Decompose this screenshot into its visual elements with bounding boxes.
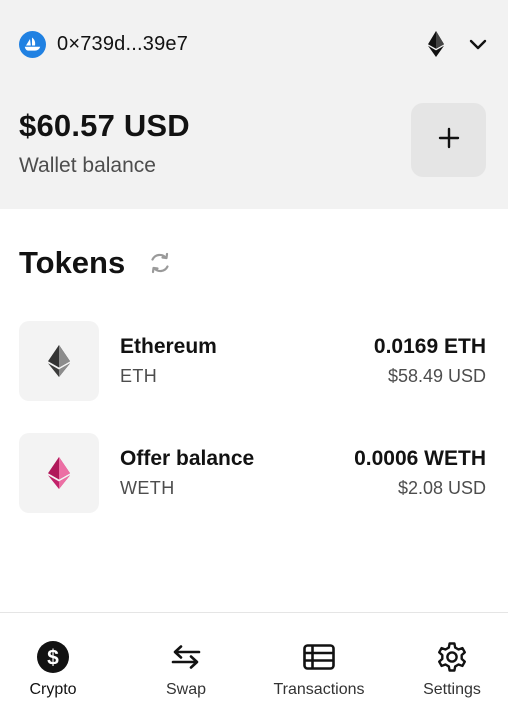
- plus-icon: [438, 127, 460, 154]
- list-table-icon: [302, 640, 336, 674]
- nav-label: Settings: [423, 681, 481, 698]
- wallet-balance-label: Wallet balance: [19, 154, 156, 177]
- token-amount: 0.0169 ETH: [373, 335, 486, 358]
- token-row-weth[interactable]: Offer balance WETH 0.0006 WETH $2.08 USD: [19, 433, 486, 513]
- nav-label: Crypto: [29, 681, 77, 698]
- ethereum-network-icon[interactable]: [428, 31, 446, 57]
- token-name: Offer balance: [120, 447, 255, 470]
- wallet-balance-amount: $60.57 USD: [19, 108, 190, 143]
- nav-settings[interactable]: Settings: [418, 640, 486, 710]
- token-row-eth[interactable]: Ethereum ETH 0.0169 ETH $58.49 USD: [19, 321, 486, 401]
- token-amount: 0.0006 WETH: [354, 447, 486, 470]
- account-row[interactable]: 0×739d...39e7: [19, 30, 488, 58]
- token-name: Ethereum: [120, 335, 217, 358]
- token-usd-value: $58.49 USD: [387, 366, 486, 386]
- nav-label: Swap: [165, 681, 207, 698]
- nav-crypto[interactable]: $ Crypto: [26, 640, 80, 710]
- account-address: 0×739d...39e7: [57, 32, 189, 55]
- chevron-down-icon[interactable]: [468, 34, 488, 54]
- opensea-logo-icon: [19, 30, 46, 58]
- nav-label: Transactions: [273, 681, 365, 698]
- ethereum-icon: [19, 321, 99, 401]
- svg-text:$: $: [47, 647, 59, 670]
- wallet-header: 0×739d...39e7 $60.57 USD Wallet balance: [0, 0, 508, 209]
- weth-icon: [19, 433, 99, 513]
- nav-swap[interactable]: Swap: [158, 640, 214, 710]
- dollar-icon: $: [36, 640, 70, 674]
- token-usd-value: $2.08 USD: [397, 478, 486, 498]
- nav-transactions[interactable]: Transactions: [268, 640, 370, 710]
- swap-arrows-icon: [169, 640, 203, 674]
- add-funds-button[interactable]: [411, 103, 486, 177]
- tokens-heading: Tokens: [19, 245, 126, 280]
- token-symbol: ETH: [120, 366, 158, 386]
- gear-icon: [435, 640, 469, 674]
- bottom-nav-divider: [0, 612, 508, 613]
- token-symbol: WETH: [120, 478, 175, 498]
- refresh-icon[interactable]: [148, 250, 172, 276]
